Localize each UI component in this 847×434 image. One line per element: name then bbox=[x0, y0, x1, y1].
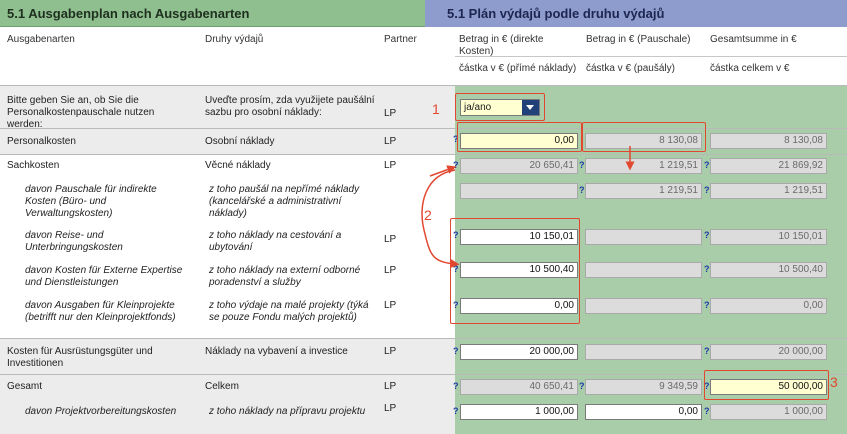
arrow-sachkosten-to-inputs bbox=[421, 169, 460, 269]
annotation-arrows bbox=[421, 146, 635, 269]
